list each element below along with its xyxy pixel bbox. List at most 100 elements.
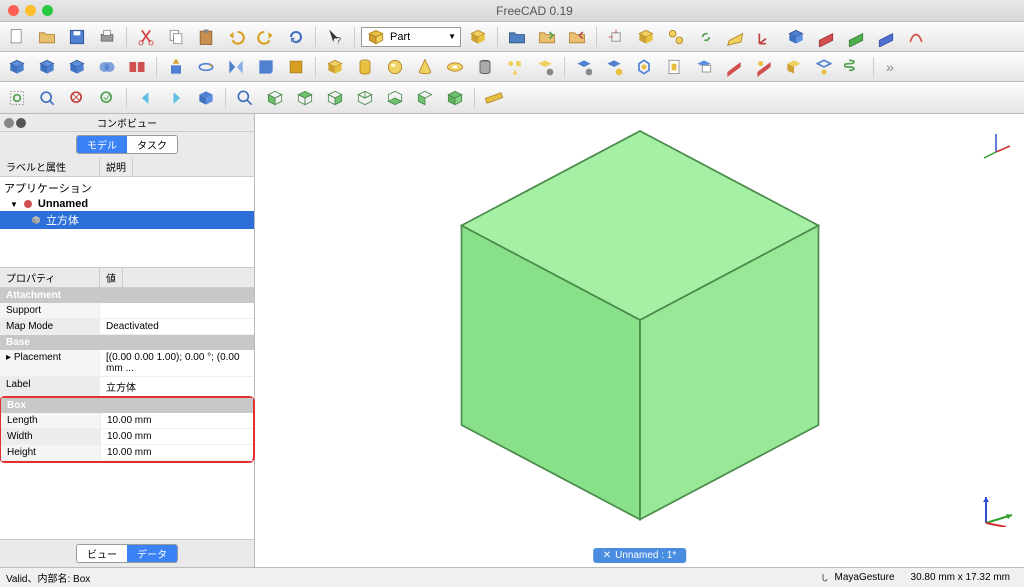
- datum-plane-button[interactable]: [723, 25, 749, 49]
- view-front-button[interactable]: [262, 86, 288, 110]
- new-doc-button[interactable]: [4, 25, 30, 49]
- export-button[interactable]: [564, 25, 590, 49]
- sweep-button[interactable]: [751, 55, 777, 79]
- ruled-button[interactable]: [781, 55, 807, 79]
- save-button[interactable]: [64, 25, 90, 49]
- face-green-button[interactable]: [843, 25, 869, 49]
- prim-box4-button[interactable]: [64, 55, 90, 79]
- tab-task[interactable]: タスク: [127, 136, 177, 153]
- view-left-button[interactable]: [412, 86, 438, 110]
- toolbar-row-1: ? Part ▼: [0, 22, 1024, 52]
- loft-button[interactable]: [721, 55, 747, 79]
- fillet-button[interactable]: [253, 55, 279, 79]
- cross-section-button[interactable]: [691, 55, 717, 79]
- prop-placement[interactable]: ▸ Placement[(0.00 0.00 1.00); 0.00 °; (0…: [0, 350, 254, 377]
- what-is-button[interactable]: ?: [322, 25, 348, 49]
- group-button[interactable]: [663, 25, 689, 49]
- boolean-button[interactable]: [94, 55, 120, 79]
- revolve-button[interactable]: [193, 55, 219, 79]
- copy-button[interactable]: [163, 25, 189, 49]
- overflow-indicator[interactable]: »: [880, 59, 900, 75]
- mirror-button[interactable]: [223, 55, 249, 79]
- prop-width[interactable]: Width10.00 mm: [1, 429, 253, 445]
- link-button[interactable]: [693, 25, 719, 49]
- part-display-button[interactable]: [465, 25, 491, 49]
- view-bottom-button[interactable]: [382, 86, 408, 110]
- prim-cone-button[interactable]: [412, 55, 438, 79]
- zoom-fit-button[interactable]: [34, 86, 60, 110]
- workbench-selector[interactable]: Part ▼: [361, 27, 461, 47]
- undo-button[interactable]: [223, 25, 249, 49]
- prop-mapmode[interactable]: Map ModeDeactivated: [0, 319, 254, 335]
- prop-length[interactable]: Length10.00 mm: [1, 413, 253, 429]
- projection-button[interactable]: [631, 55, 657, 79]
- offset-button[interactable]: [571, 55, 597, 79]
- prop-support[interactable]: Support: [0, 303, 254, 319]
- zoom-selection-button[interactable]: [64, 86, 90, 110]
- folder-button[interactable]: [504, 25, 530, 49]
- import-button[interactable]: [534, 25, 560, 49]
- sketch-button[interactable]: [903, 25, 929, 49]
- tree-app-root[interactable]: アプリケーション: [0, 179, 254, 197]
- model-tree[interactable]: アプリケーション ▼Unnamed 立方体: [0, 177, 254, 267]
- document-tab[interactable]: ✕ Unnamed : 1*: [593, 548, 687, 563]
- minimize-window-button[interactable]: [25, 5, 36, 16]
- cut-button[interactable]: [133, 25, 159, 49]
- tab-data[interactable]: データ: [127, 545, 177, 562]
- bounding-box-zoom-button[interactable]: [4, 86, 30, 110]
- prim-tube-button[interactable]: [472, 55, 498, 79]
- prim-more-button[interactable]: [502, 55, 528, 79]
- prim-box-button[interactable]: [322, 55, 348, 79]
- redo-button[interactable]: [253, 25, 279, 49]
- section-button[interactable]: [661, 55, 687, 79]
- nav-forward-button[interactable]: [163, 86, 189, 110]
- shell-button[interactable]: [811, 55, 837, 79]
- cube-3d-shape[interactable]: [430, 110, 850, 530]
- extrude-button[interactable]: [163, 55, 189, 79]
- face-blue-button[interactable]: [873, 25, 899, 49]
- tab-model[interactable]: モデル: [77, 136, 127, 153]
- nav-style[interactable]: MayaGesture: [819, 572, 894, 584]
- zoom-button[interactable]: [232, 86, 258, 110]
- view-right-button[interactable]: [322, 86, 348, 110]
- face-red-button[interactable]: [813, 25, 839, 49]
- paste-button[interactable]: [193, 25, 219, 49]
- helix-button[interactable]: [841, 55, 867, 79]
- view-iso2-button[interactable]: [442, 86, 468, 110]
- prim-cylinder-button[interactable]: [352, 55, 378, 79]
- prop-label[interactable]: Label立方体: [0, 377, 254, 397]
- workbench-label: Part: [390, 31, 410, 43]
- tab-view[interactable]: ビュー: [77, 545, 127, 562]
- compound-button[interactable]: [124, 55, 150, 79]
- prim-box2-button[interactable]: [4, 55, 30, 79]
- view-top-button[interactable]: [292, 86, 318, 110]
- panel-menu-icon[interactable]: [4, 118, 14, 128]
- coordinate-button[interactable]: [753, 25, 779, 49]
- zoom-window-button[interactable]: [42, 5, 53, 16]
- prim-torus-button[interactable]: [442, 55, 468, 79]
- view-isometric-button[interactable]: [193, 86, 219, 110]
- axis-cross-button[interactable]: [603, 25, 629, 49]
- prim-sphere-button[interactable]: [382, 55, 408, 79]
- prim-box3-button[interactable]: [34, 55, 60, 79]
- part-icon-button[interactable]: [633, 25, 659, 49]
- shapebuilder-button[interactable]: [532, 55, 558, 79]
- close-tab-icon[interactable]: ✕: [603, 550, 611, 561]
- prop-height[interactable]: Height10.00 mm: [1, 445, 253, 461]
- panel-close-icon[interactable]: [16, 118, 26, 128]
- tree-doc[interactable]: ▼Unnamed: [0, 197, 254, 211]
- tree-item-cube[interactable]: 立方体: [0, 211, 254, 229]
- zoom-all-button[interactable]: [94, 86, 120, 110]
- open-button[interactable]: [34, 25, 60, 49]
- print-button[interactable]: [94, 25, 120, 49]
- close-window-button[interactable]: [8, 5, 19, 16]
- nav-cube-small[interactable]: [976, 122, 1016, 162]
- refresh-button[interactable]: [283, 25, 309, 49]
- shape-button[interactable]: [783, 25, 809, 49]
- nav-back-button[interactable]: [133, 86, 159, 110]
- measure-button[interactable]: [481, 86, 507, 110]
- thickness-button[interactable]: [601, 55, 627, 79]
- chamfer-button[interactable]: [283, 55, 309, 79]
- 3d-viewport[interactable]: ✕ Unnamed : 1*: [255, 114, 1024, 567]
- view-rear-button[interactable]: [352, 86, 378, 110]
